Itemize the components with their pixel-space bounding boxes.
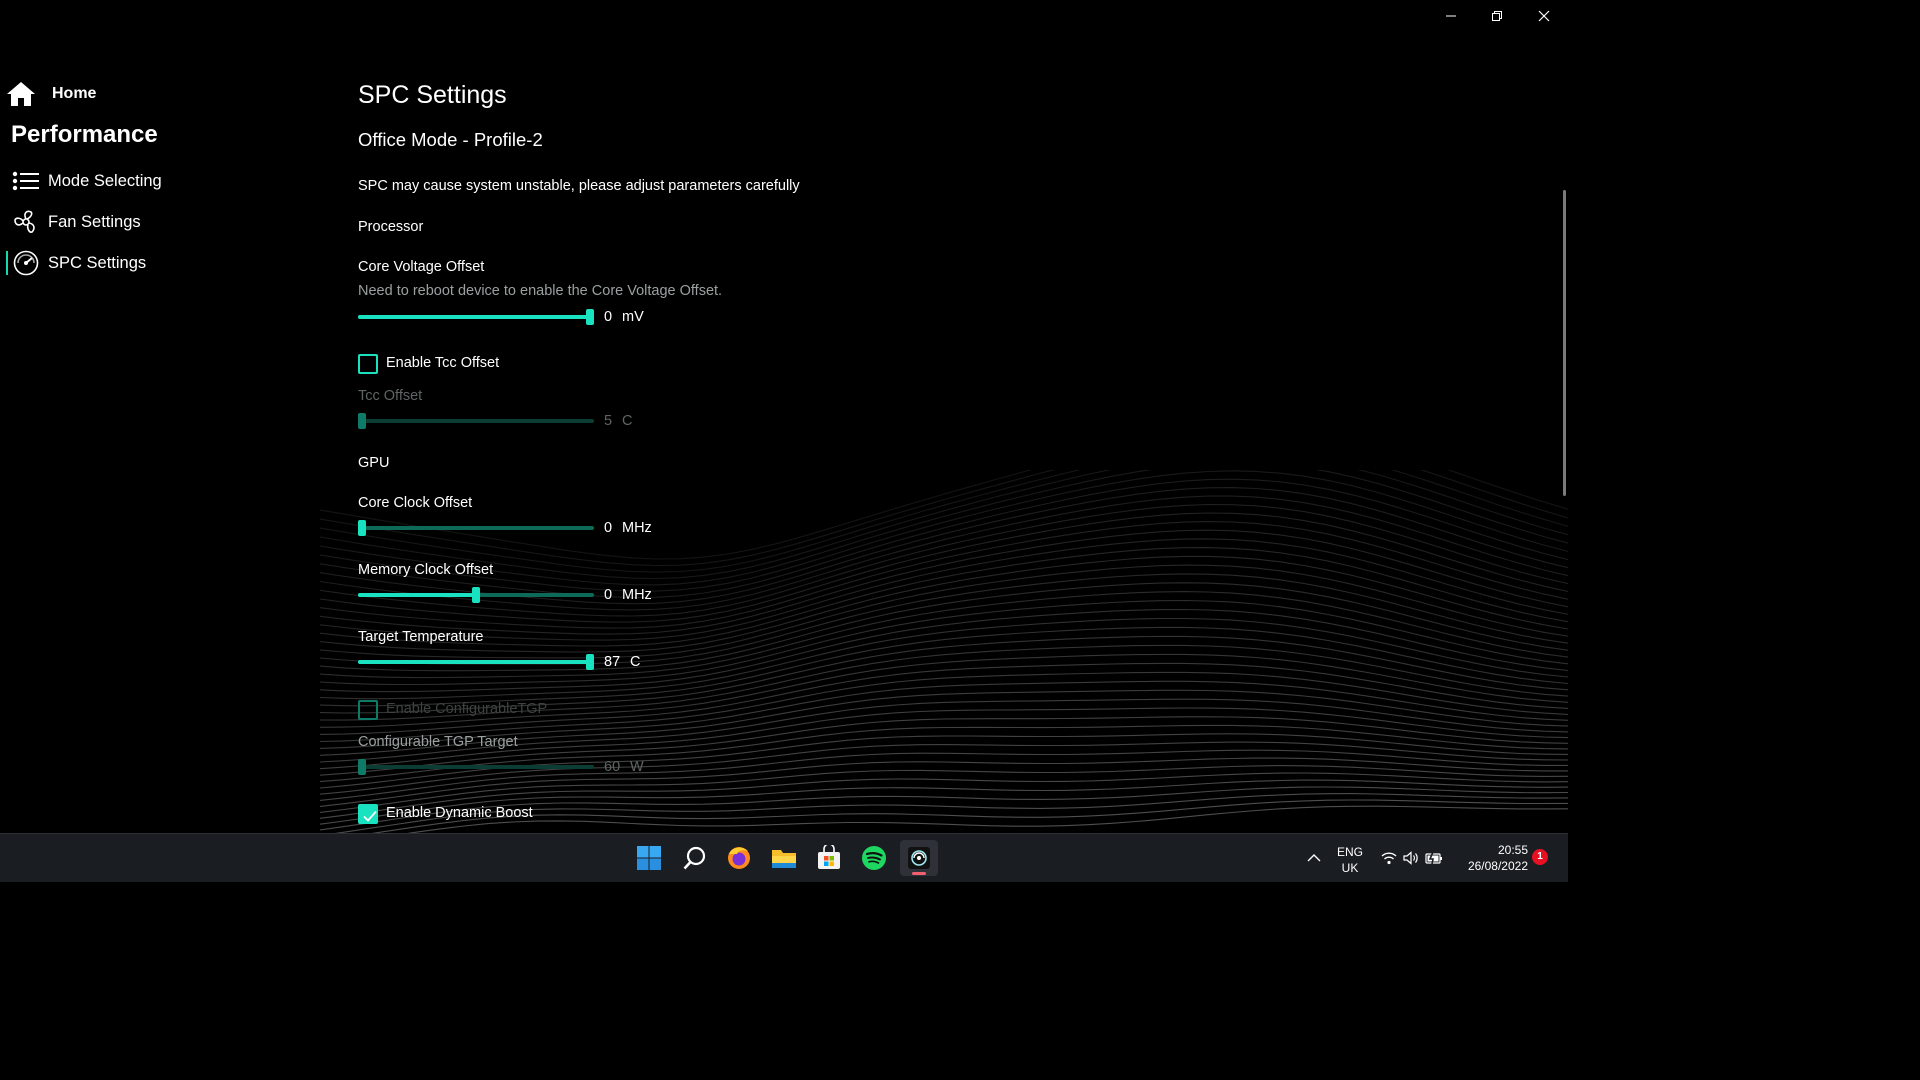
tgp-target-value: 60 bbox=[604, 759, 621, 775]
tcc-offset-unit: C bbox=[622, 413, 633, 429]
wifi-icon bbox=[1381, 852, 1397, 865]
search-icon bbox=[683, 846, 706, 870]
memory-clock-slider[interactable] bbox=[358, 587, 594, 603]
nav-home[interactable]: Home bbox=[6, 78, 96, 110]
list-icon bbox=[12, 171, 39, 191]
volume-icon bbox=[1403, 851, 1418, 865]
start-button[interactable] bbox=[630, 840, 668, 876]
slider-thumb[interactable] bbox=[358, 413, 366, 429]
windows-start-icon bbox=[637, 846, 661, 870]
core-voltage-value: 0 bbox=[604, 309, 613, 325]
slider-thumb[interactable] bbox=[586, 309, 594, 325]
clock-time: 20:55 bbox=[1497, 843, 1528, 857]
enable-configurable-tgp-label: Enable ConfigurableTGP bbox=[386, 701, 548, 717]
restore-icon bbox=[1492, 11, 1502, 21]
enable-dynamic-boost-checkbox[interactable] bbox=[358, 804, 378, 824]
minimize-icon bbox=[1446, 15, 1456, 17]
tcc-offset-slider[interactable] bbox=[358, 413, 594, 429]
spotify-button[interactable] bbox=[855, 840, 893, 876]
wave-line bbox=[320, 521, 1568, 629]
minimize-button[interactable] bbox=[1428, 0, 1474, 32]
fan-icon bbox=[14, 210, 35, 233]
taskbar: ENG UK 20:55 26/08/2022 bbox=[0, 833, 1568, 882]
file-explorer-button[interactable] bbox=[765, 840, 803, 876]
app-window: Home Performance Mode Selecting Fan Sett… bbox=[0, 0, 1568, 833]
msi-center-button[interactable] bbox=[900, 840, 938, 876]
slider-thumb[interactable] bbox=[358, 759, 366, 775]
enable-configurable-tgp-checkbox[interactable] bbox=[358, 700, 378, 720]
target-temp-unit: C bbox=[630, 654, 641, 670]
chevron-up-icon bbox=[1307, 854, 1321, 862]
core-voltage-note: Need to reboot device to enable the Core… bbox=[358, 283, 723, 299]
scrollbar-thumb[interactable] bbox=[1563, 190, 1566, 496]
clock-date: 26/08/2022 bbox=[1467, 859, 1528, 873]
sidebar-item-label: Mode Selecting bbox=[48, 171, 162, 190]
memory-clock-label: Memory Clock Offset bbox=[358, 562, 494, 578]
active-indicator bbox=[912, 872, 926, 875]
microsoft-store-icon bbox=[818, 845, 840, 869]
clock[interactable]: 20:55 26/08/2022 bbox=[1456, 842, 1528, 874]
profile-title: Office Mode - Profile-2 bbox=[358, 129, 543, 150]
file-explorer-icon bbox=[772, 850, 796, 868]
slider-thumb[interactable] bbox=[586, 654, 594, 670]
slider-thumb[interactable] bbox=[358, 520, 366, 536]
processor-header: Processor bbox=[358, 219, 424, 235]
enable-tcc-offset-checkbox[interactable] bbox=[358, 354, 378, 374]
core-clock-label: Core Clock Offset bbox=[358, 495, 473, 511]
sidebar-item-label: Fan Settings bbox=[48, 212, 141, 231]
home-label: Home bbox=[52, 85, 97, 102]
page-title: SPC Settings bbox=[358, 81, 507, 109]
target-temp-value: 87 bbox=[604, 654, 621, 670]
close-button[interactable] bbox=[1521, 0, 1567, 32]
core-voltage-slider[interactable] bbox=[358, 309, 594, 325]
sidebar-item-fan-settings[interactable]: Fan Settings bbox=[6, 206, 141, 238]
restore-button[interactable] bbox=[1474, 0, 1520, 32]
firefox-icon bbox=[728, 847, 750, 869]
core-clock-slider[interactable] bbox=[358, 520, 594, 536]
core-voltage-label: Core Voltage Offset bbox=[358, 259, 485, 275]
sidebar-item-label: SPC Settings bbox=[48, 253, 147, 272]
tgp-target-label: Configurable TGP Target bbox=[358, 734, 518, 750]
core-clock-unit: MHz bbox=[622, 520, 652, 536]
gauge-icon bbox=[13, 250, 39, 276]
core-voltage-unit: mV bbox=[622, 309, 644, 325]
gpu-header: GPU bbox=[358, 455, 390, 471]
wave-line bbox=[320, 662, 1568, 735]
msi-center-icon bbox=[908, 847, 930, 869]
target-temp-label: Target Temperature bbox=[358, 629, 484, 645]
memory-clock-unit: MHz bbox=[622, 587, 652, 603]
tcc-offset-label: Tcc Offset bbox=[358, 388, 423, 404]
checkmark-icon bbox=[363, 810, 377, 822]
show-hidden-icons-button[interactable] bbox=[1296, 840, 1332, 876]
sidebar-item-mode-selecting[interactable]: Mode Selecting bbox=[6, 165, 162, 197]
enable-dynamic-boost-label: Enable Dynamic Boost bbox=[386, 805, 533, 821]
target-temp-slider[interactable] bbox=[358, 654, 594, 670]
language-indicator[interactable]: ENG UK bbox=[1330, 844, 1370, 876]
section-title: Performance bbox=[11, 121, 158, 148]
memory-clock-value: 0 bbox=[604, 587, 613, 603]
enable-tcc-offset-label: Enable Tcc Offset bbox=[386, 355, 500, 371]
language-code: ENG bbox=[1336, 845, 1363, 859]
spotify-icon bbox=[862, 846, 886, 870]
sidebar-item-spc-settings[interactable]: SPC Settings bbox=[6, 247, 146, 279]
close-icon bbox=[1538, 10, 1550, 22]
search-button[interactable] bbox=[676, 840, 714, 876]
keyboard-layout: UK bbox=[1341, 861, 1359, 875]
quick-settings-button[interactable] bbox=[1372, 840, 1452, 876]
tgp-target-unit: W bbox=[630, 759, 644, 775]
firefox-button[interactable] bbox=[720, 840, 758, 876]
slider-thumb[interactable] bbox=[472, 587, 480, 603]
warning-text: SPC may cause system unstable, please ad… bbox=[358, 178, 800, 194]
microsoft-store-button[interactable] bbox=[810, 840, 848, 876]
tgp-target-slider[interactable] bbox=[358, 759, 594, 775]
home-icon bbox=[7, 82, 35, 106]
tcc-offset-value: 5 bbox=[604, 413, 613, 429]
battery-charging-icon bbox=[1425, 851, 1442, 865]
core-clock-value: 0 bbox=[604, 520, 613, 536]
notification-badge[interactable]: 1 bbox=[1532, 849, 1548, 865]
